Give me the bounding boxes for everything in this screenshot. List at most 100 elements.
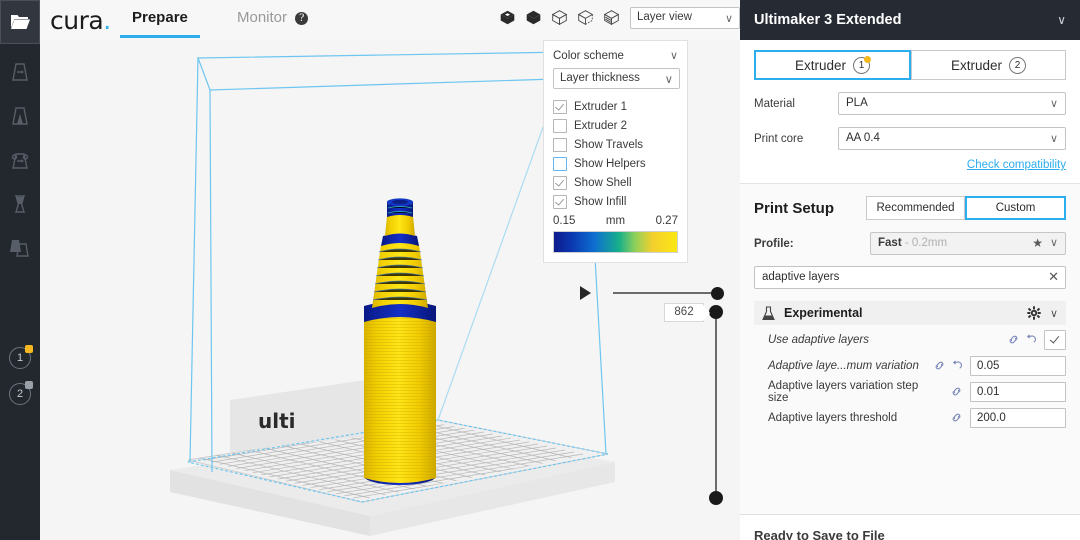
color-scheme-select[interactable]: Layer thickness ∨ [553, 68, 680, 89]
chevron-down-icon: ∨ [669, 50, 678, 62]
star-icon[interactable]: ★ [1032, 236, 1043, 250]
settings-sidebar: Ultimaker 3 Extended ∨ Extruder 1 Extrud… [740, 0, 1080, 540]
layer-view-legend-panel: Color scheme ∨ Layer thickness ∨ Extrude… [543, 40, 688, 263]
legend-option-show-travels[interactable]: Show Travels [553, 136, 678, 154]
search-input[interactable]: adaptive layers [754, 266, 1066, 289]
legend-option-extruder-2[interactable]: Extruder 2 [553, 117, 678, 135]
shaded-cube-icon[interactable] [525, 9, 542, 26]
legend-option-show-helpers[interactable]: Show Helpers [553, 155, 678, 173]
checkbox[interactable] [553, 195, 567, 209]
chevron-down-icon: ∨ [1049, 133, 1058, 145]
setting-icons [994, 334, 1036, 345]
setting-value-input[interactable]: 0.01 [970, 381, 1066, 402]
bottle-model[interactable] [364, 198, 436, 485]
svg-text:ulti: ulti [258, 409, 296, 433]
mode-custom-button[interactable]: Custom [965, 196, 1066, 220]
per-model-settings-icon [10, 240, 29, 257]
help-icon[interactable]: ? [295, 12, 309, 25]
layer-slider-track[interactable] [715, 312, 717, 502]
sidebar-tool-per-model-settings[interactable] [0, 226, 40, 270]
play-icon[interactable] [580, 286, 591, 300]
setting-icons [920, 412, 962, 423]
chevron-down-icon: ∨ [1049, 237, 1058, 249]
settings-search-wrapper: adaptive layers ✕ [754, 266, 1066, 289]
print-setup-section: Print Setup Recommended Custom Profile: … [740, 183, 1080, 255]
print-core-row: Print core AA 0.4 ∨ [754, 127, 1066, 150]
revert-icon[interactable] [951, 360, 962, 371]
setting-value-input[interactable]: 0.05 [970, 355, 1066, 376]
extruder-material-dot [25, 381, 33, 389]
chevron-down-icon[interactable]: ∨ [1050, 307, 1058, 320]
layer-slider[interactable] [708, 305, 724, 505]
legend-scale-labels: 0.15 mm 0.27 [553, 215, 678, 227]
setting-label: Adaptive layers threshold [768, 411, 898, 424]
layers-cube-icon[interactable] [603, 9, 620, 26]
print-core-select[interactable]: AA 0.4 ∨ [838, 127, 1066, 150]
setting-adaptive-layers-max-variation: Adaptive laye...mum variation 0.05 [768, 354, 1066, 377]
legend-option-show-infill[interactable]: Show Infill [553, 193, 678, 211]
setting-icons [920, 360, 962, 371]
print-core-value: AA 0.4 [846, 132, 880, 144]
gear-icon[interactable] [1027, 306, 1041, 320]
extruder-number-badge: 1 [853, 55, 872, 74]
layer-slider-lower-handle[interactable] [709, 491, 723, 505]
legend-option-show-shell[interactable]: Show Shell [553, 174, 678, 192]
checkbox[interactable] [553, 100, 567, 114]
xray-cube-icon[interactable] [577, 9, 594, 26]
tab-monitor[interactable]: Monitor ? [225, 6, 320, 38]
tab-extruder-2[interactable]: Extruder 2 [911, 50, 1066, 80]
simulation-speed-track[interactable] [613, 292, 718, 294]
material-select[interactable]: PLA ∨ [838, 92, 1066, 115]
current-layer-value[interactable]: 862 [664, 303, 710, 322]
tab-extruder-1[interactable]: Extruder 1 [754, 50, 911, 80]
tab-monitor-label: Monitor [237, 9, 288, 26]
sidebar-tool-move[interactable] [0, 50, 40, 94]
clear-search-icon[interactable]: ✕ [1048, 269, 1059, 285]
mode-recommended-button[interactable]: Recommended [866, 196, 965, 220]
category-experimental[interactable]: Experimental ∨ [754, 301, 1066, 325]
category-name: Experimental [784, 306, 863, 320]
link-icon[interactable] [1008, 334, 1019, 345]
wireframe-cube-icon[interactable] [551, 9, 568, 26]
setting-label: Adaptive layers variation step size [768, 379, 919, 404]
chevron-down-icon: ∨ [724, 13, 733, 25]
profile-select[interactable]: Fast - 0.2mm ★ ∨ [870, 232, 1066, 255]
color-scheme-header[interactable]: Color scheme ∨ [553, 49, 678, 63]
solid-cube-icon[interactable] [499, 9, 516, 26]
link-icon[interactable] [951, 386, 962, 397]
printer-selector[interactable]: Ultimaker 3 Extended ∨ [740, 0, 1080, 40]
revert-icon[interactable] [1025, 334, 1036, 345]
sidebar-extruder-2[interactable]: 2 [0, 376, 40, 412]
check-compatibility-link[interactable]: Check compatibility [754, 159, 1066, 171]
scale-unit: mm [605, 215, 626, 227]
link-icon[interactable] [951, 412, 962, 423]
move-tool-icon [12, 63, 28, 81]
thickness-gradient-bar [553, 231, 678, 253]
material-row: Material PLA ∨ [754, 92, 1066, 115]
tab-prepare[interactable]: Prepare [120, 6, 200, 38]
link-icon[interactable] [934, 360, 945, 371]
view-mode-select[interactable]: Layer view ∨ [630, 7, 740, 29]
chevron-down-icon: ∨ [664, 74, 673, 86]
scale-min: 0.15 [553, 215, 576, 227]
checkbox[interactable] [553, 119, 567, 133]
setting-adaptive-layers-threshold: Adaptive layers threshold 200.0 [768, 406, 1066, 429]
sidebar-tool-scale[interactable] [0, 94, 40, 138]
open-file-button[interactable] [0, 0, 40, 44]
layer-slider-upper-handle[interactable] [709, 305, 723, 319]
legend-option-extruder-1[interactable]: Extruder 1 [553, 98, 678, 116]
flask-icon [762, 305, 775, 320]
active-tab-underline [120, 35, 200, 38]
simulation-speed-handle[interactable] [711, 287, 724, 300]
view-mode-value: Layer view [637, 11, 692, 23]
checkbox[interactable] [553, 138, 567, 152]
setting-value-input[interactable]: 200.0 [970, 407, 1066, 428]
setting-checkbox[interactable] [1044, 329, 1066, 350]
sidebar-tool-mirror[interactable] [0, 182, 40, 226]
sidebar-extruder-1[interactable]: 1 [0, 340, 40, 376]
sidebar-tool-rotate[interactable] [0, 138, 40, 182]
checkbox[interactable] [553, 176, 567, 190]
mirror-tool-icon [15, 195, 25, 213]
checkbox[interactable] [553, 157, 567, 171]
cura-application: ulti tended [0, 0, 1080, 540]
